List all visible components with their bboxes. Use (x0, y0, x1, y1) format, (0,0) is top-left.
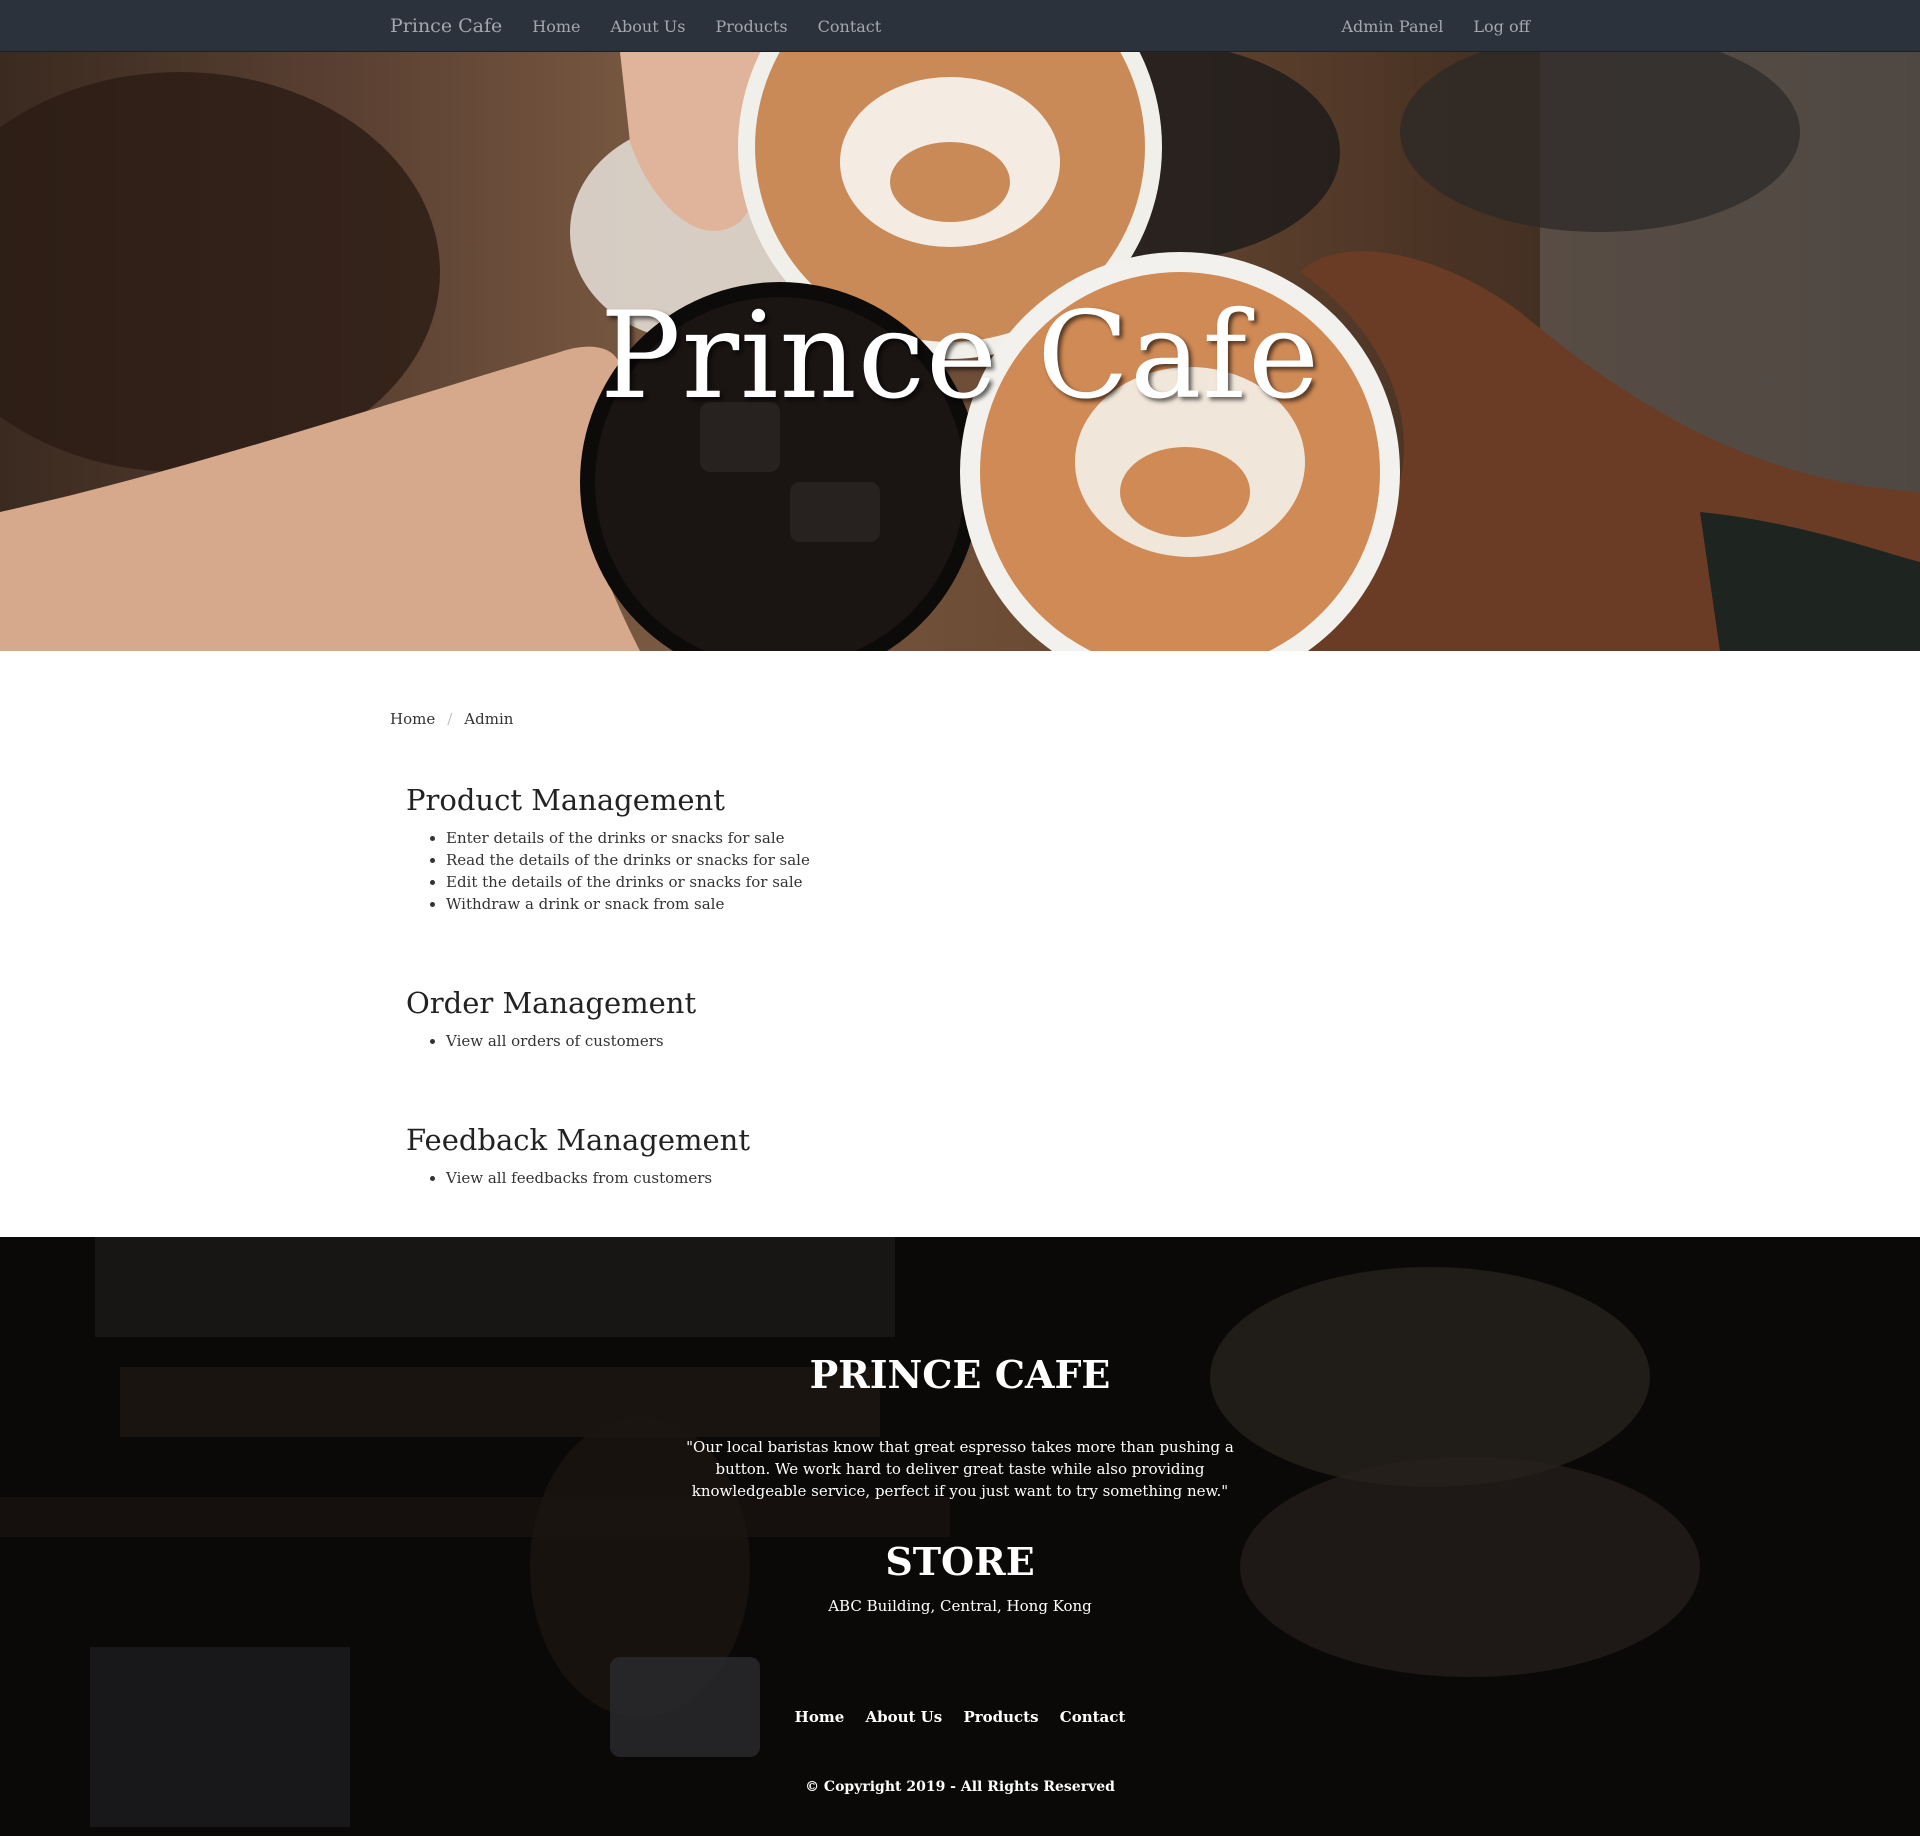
product-management-section: Product Management Enter details of the … (406, 783, 810, 915)
nav-link-home[interactable]: Home (532, 17, 580, 36)
hero-title: Prince Cafe (600, 287, 1320, 426)
footer-link-home[interactable]: Home (795, 1708, 845, 1726)
nav-link-log-off[interactable]: Log off (1473, 17, 1530, 36)
footer-copyright: © Copyright 2019 - All Rights Reserved (805, 1779, 1115, 1795)
list-item: Withdraw a drink or snack from sale (446, 893, 810, 915)
navbar-container: Prince Cafe Home About Us Products Conta… (390, 0, 1530, 52)
breadcrumb-separator: / (447, 710, 453, 728)
footer-store-heading: STORE (885, 1539, 1035, 1584)
breadcrumb-current-admin: Admin (464, 710, 514, 728)
list-item: Edit the details of the drinks or snacks… (446, 871, 810, 893)
breadcrumb: Home / Admin (390, 710, 513, 728)
list-item: View all orders of customers (446, 1030, 696, 1052)
footer-link-about-us[interactable]: About Us (865, 1708, 942, 1726)
order-management-section: Order Management View all orders of cust… (406, 986, 696, 1052)
footer-store-address: ABC Building, Central, Hong Kong (828, 1597, 1092, 1615)
product-management-list: Enter details of the drinks or snacks fo… (406, 827, 810, 915)
feedback-management-list: View all feedbacks from customers (406, 1167, 750, 1189)
site-footer: PRINCE CAFE "Our local baristas know tha… (0, 1237, 1920, 1836)
top-navbar: Prince Cafe Home About Us Products Conta… (0, 0, 1920, 52)
feedback-management-heading: Feedback Management (406, 1123, 750, 1157)
footer-link-products[interactable]: Products (963, 1708, 1038, 1726)
nav-link-products[interactable]: Products (715, 17, 787, 36)
order-management-list: View all orders of customers (406, 1030, 696, 1052)
nav-link-about-us[interactable]: About Us (610, 17, 685, 36)
brand-link[interactable]: Prince Cafe (390, 15, 502, 37)
product-management-heading: Product Management (406, 783, 725, 817)
admin-content: Home / Admin Product Management Enter de… (0, 651, 1920, 1237)
footer-links: Home About Us Products Contact (0, 1708, 1920, 1726)
navbar-right: Admin Panel Log off (1311, 17, 1530, 36)
breadcrumb-home-link[interactable]: Home (390, 710, 435, 728)
list-item: Read the details of the drinks or snacks… (446, 849, 810, 871)
nav-link-contact[interactable]: Contact (818, 17, 882, 36)
list-item: View all feedbacks from customers (446, 1167, 750, 1189)
nav-link-admin-panel[interactable]: Admin Panel (1341, 17, 1443, 36)
hero-banner: Prince Cafe (0, 52, 1920, 651)
footer-cafe-background-image (0, 1237, 1920, 1836)
footer-title: PRINCE CAFE (809, 1352, 1111, 1397)
feedback-management-section: Feedback Management View all feedbacks f… (406, 1123, 750, 1189)
list-item: Enter details of the drinks or snacks fo… (446, 827, 810, 849)
footer-link-contact[interactable]: Contact (1060, 1708, 1126, 1726)
order-management-heading: Order Management (406, 986, 697, 1020)
footer-quote: "Our local baristas know that great espr… (686, 1438, 1234, 1500)
